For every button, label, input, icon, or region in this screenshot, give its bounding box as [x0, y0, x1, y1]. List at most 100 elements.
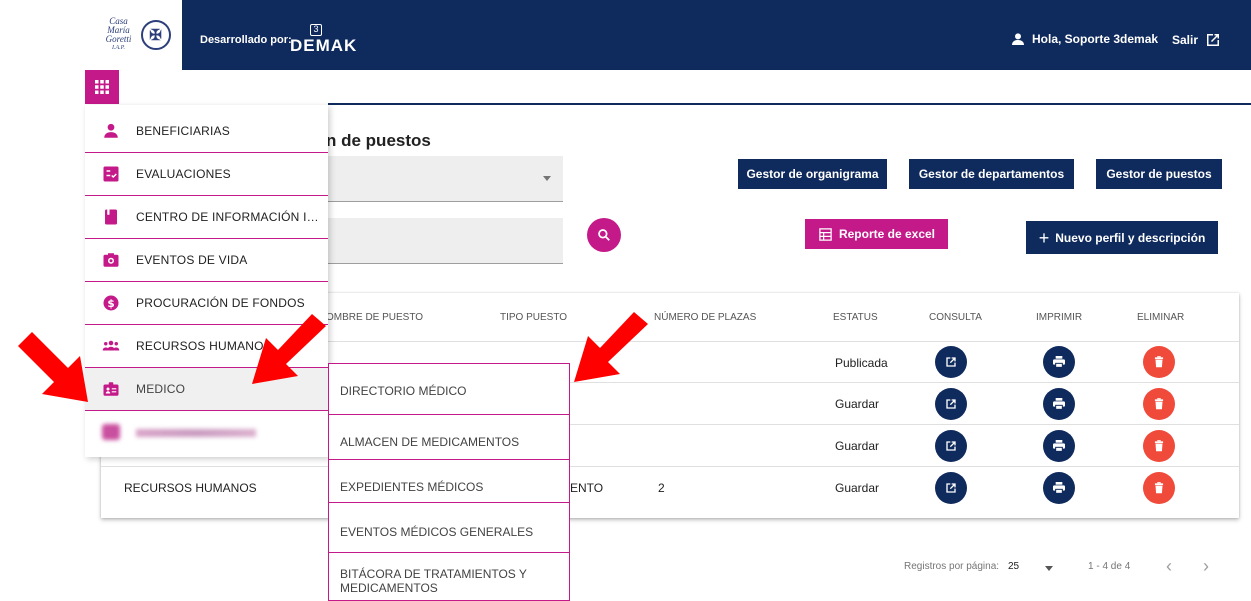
spreadsheet-icon — [819, 227, 832, 241]
logo-text: Casa María Goretti I.A.P. — [105, 16, 132, 52]
logo[interactable]: Casa María Goretti I.A.P. ✠ — [85, 0, 182, 70]
row4-status: Guardar — [835, 481, 880, 495]
app-screen: Casa María Goretti I.A.P. ✠ Desarrollado… — [0, 0, 1251, 601]
header-status: ESTATUS — [833, 312, 878, 323]
submenu-label: BITÁCORA DE TRATAMIENTOS Y MEDICAMENTOS — [340, 567, 527, 595]
search-button[interactable] — [587, 218, 621, 252]
new-profile-button[interactable]: + Nuevo perfil y descripción — [1026, 221, 1218, 254]
menu-label: EVENTOS DE VIDA — [136, 253, 248, 267]
caret-down-icon[interactable] — [1045, 566, 1053, 571]
header-position-name: OMBRE DE PUESTO — [326, 312, 424, 323]
chevron-right-icon[interactable]: › — [1203, 556, 1209, 577]
submenu-label: ALMACEN DE MEDICAMENTOS — [340, 435, 520, 449]
chevron-left-icon[interactable]: ‹ — [1166, 556, 1172, 577]
blurred-label — [136, 429, 256, 437]
consult-button[interactable] — [935, 388, 967, 420]
open-in-new-icon — [946, 441, 956, 451]
row1-status: Publicada — [835, 356, 888, 370]
consult-button[interactable] — [935, 346, 967, 378]
delete-button[interactable] — [1143, 388, 1175, 420]
page-range: 1 - 4 de 4 — [1088, 561, 1131, 572]
trash-icon — [1154, 440, 1164, 452]
caret-down-icon — [543, 176, 551, 181]
logout-button[interactable]: Salir — [1172, 31, 1222, 49]
menu-label: EVALUACIONES — [136, 167, 231, 181]
menu-item-evaluaciones[interactable]: EVALUACIONES — [85, 153, 328, 196]
menu-item-centro-informacion[interactable]: CENTRO DE INFORMACIÓN IN... — [85, 196, 328, 239]
delete-button[interactable] — [1143, 430, 1175, 462]
print-button[interactable] — [1043, 472, 1075, 504]
submenu-label: DIRECTORIO MÉDICO — [340, 384, 467, 398]
search-icon — [598, 229, 610, 241]
greeting-text: Hola, Soporte 3demak — [1032, 32, 1159, 46]
printer-icon — [1053, 440, 1065, 452]
annotation-arrow-icon — [574, 312, 648, 382]
submenu-expedientes-medicos[interactable]: EXPEDIENTES MÉDICOS — [328, 459, 570, 504]
org-chart-manager-button[interactable]: Gestor de organigrama — [738, 159, 887, 189]
print-button[interactable] — [1043, 430, 1075, 462]
per-page-label: Registros por página: — [904, 561, 1000, 572]
trash-icon — [1154, 398, 1164, 410]
checklist-icon — [103, 166, 119, 182]
annotation-arrow-icon — [18, 332, 88, 402]
external-link-icon — [1207, 34, 1220, 46]
row4-slots: 2 — [658, 481, 665, 495]
trash-icon — [1154, 482, 1164, 494]
trash-icon — [1154, 356, 1164, 368]
user-greeting[interactable]: Hola, Soporte 3demak — [1010, 31, 1158, 47]
menu-label: BENEFICIARIAS — [136, 124, 230, 138]
user-icon — [1012, 33, 1024, 45]
row3-status: Guardar — [835, 439, 880, 453]
department-select[interactable] — [326, 156, 563, 202]
delete-button[interactable] — [1143, 346, 1175, 378]
submenu-eventos-medicos-generales[interactable]: EVENTOS MÉDICOS GENERALES — [328, 502, 570, 554]
plus-icon: + — [1038, 227, 1050, 248]
menu-item-redacted[interactable] — [85, 411, 328, 454]
print-button[interactable] — [1043, 346, 1075, 378]
consult-button[interactable] — [935, 430, 967, 462]
developer-word: DEMAK — [290, 36, 358, 55]
row2-status: Guardar — [835, 397, 880, 411]
delete-button[interactable] — [1143, 472, 1175, 504]
open-in-new-icon — [946, 399, 956, 409]
submenu-bitacora-tratamientos[interactable]: BITÁCORA DE TRATAMIENTOS Y MEDICAMENTOS — [328, 552, 570, 601]
submenu-label: EVENTOS MÉDICOS GENERALES — [340, 525, 534, 539]
new-profile-label: Nuevo perfil y descripción — [1055, 230, 1206, 245]
excel-report-button[interactable]: Reporte de excel — [805, 219, 948, 249]
developer-mark: 3 — [310, 24, 322, 36]
open-in-new-icon — [946, 483, 956, 493]
search-input[interactable] — [326, 218, 563, 264]
medical-id-icon — [103, 382, 119, 396]
consult-button[interactable] — [935, 472, 967, 504]
apps-menu-button[interactable] — [85, 70, 119, 104]
apps-grid-icon — [95, 80, 109, 94]
developed-by-label: Desarrollado por: — [200, 34, 292, 46]
menu-item-eventos-vida[interactable]: EVENTOS DE VIDA — [85, 239, 328, 282]
printer-icon — [1053, 398, 1065, 410]
book-icon — [105, 209, 117, 225]
group-icon — [102, 340, 120, 351]
header-divider — [328, 103, 1251, 105]
submenu-directorio-medico[interactable]: DIRECTORIO MÉDICO — [328, 363, 570, 416]
header-print: IMPRIMIR — [1036, 312, 1083, 323]
submenu-label: EXPEDIENTES MÉDICOS — [340, 480, 484, 494]
open-in-new-icon — [946, 357, 956, 367]
submenu-almacen-medicamentos[interactable]: ALMACEN DE MEDICAMENTOS — [328, 414, 570, 461]
row-divider — [328, 341, 1239, 342]
page-title: n de puestos — [326, 131, 431, 150]
blurred-icon — [102, 424, 120, 440]
departments-manager-button[interactable]: Gestor de departamentos — [909, 159, 1074, 189]
row4-department: RECURSOS HUMANOS — [124, 481, 257, 495]
print-button[interactable] — [1043, 388, 1075, 420]
row-divider — [101, 466, 1239, 467]
person-icon — [104, 123, 118, 138]
per-page-select[interactable]: 25 — [1008, 561, 1019, 572]
positions-manager-button[interactable]: Gestor de puestos — [1096, 159, 1222, 189]
menu-item-beneficiarias[interactable]: BENEFICIARIAS — [85, 110, 328, 153]
row4-type: ENTO — [570, 481, 604, 495]
header-num-slots: NÚMERO DE PLAZAS — [654, 312, 757, 323]
printer-icon — [1053, 482, 1065, 494]
header-consult: CONSULTA — [929, 312, 982, 323]
printer-icon — [1053, 356, 1065, 368]
menu-label: CENTRO DE INFORMACIÓN IN... — [136, 210, 324, 224]
